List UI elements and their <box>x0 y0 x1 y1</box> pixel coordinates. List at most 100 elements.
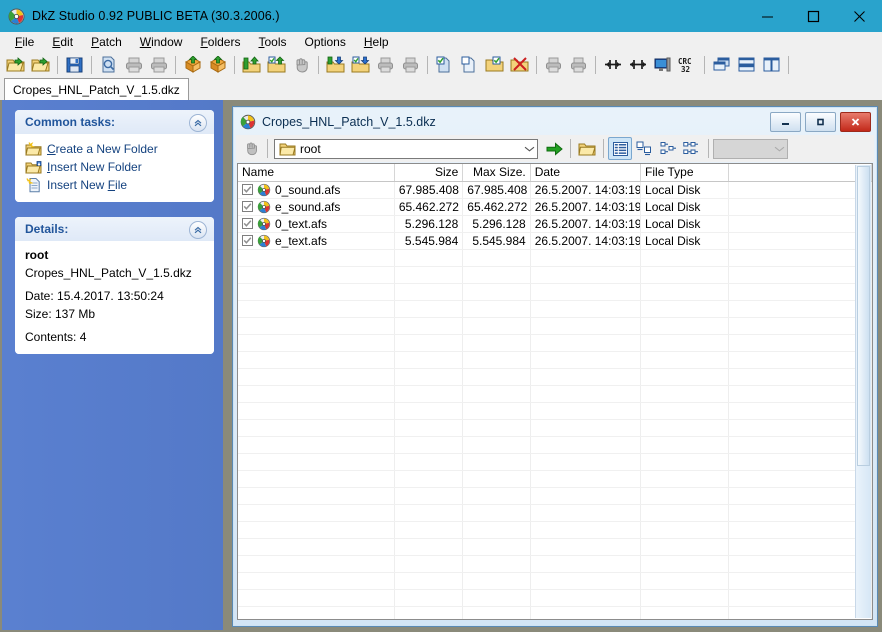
create-new-folder-link[interactable]: Create a New Folder <box>25 140 206 157</box>
open-folder-icon[interactable] <box>28 53 53 77</box>
table-row-empty[interactable] <box>238 249 872 267</box>
tile-horizontal-icon[interactable] <box>734 53 759 77</box>
export-folder-icon[interactable] <box>239 53 264 77</box>
view-small-icons-icon[interactable] <box>656 137 680 160</box>
view-list-icon[interactable] <box>632 137 656 160</box>
cell-empty <box>394 572 464 590</box>
table-row-empty[interactable] <box>238 436 872 454</box>
close-folder-red-icon[interactable] <box>507 53 532 77</box>
cell-empty <box>728 419 872 437</box>
table-row[interactable]: 0_text.afs 5.296.128 5.296.128 26.5.2007. 1… <box>238 215 872 233</box>
menu-window[interactable]: Window <box>131 33 192 51</box>
column-header-size[interactable]: Size <box>394 164 464 182</box>
table-row-empty[interactable] <box>238 385 872 403</box>
table-row-empty[interactable] <box>238 521 872 539</box>
toolbar-separator <box>234 55 235 74</box>
table-row-empty[interactable] <box>238 402 872 420</box>
view-large-icons-icon[interactable] <box>680 137 704 160</box>
extract-box-all-icon[interactable] <box>205 53 230 77</box>
cell-empty <box>728 300 872 318</box>
uncheck-all-files-icon[interactable] <box>457 53 482 77</box>
table-row[interactable]: e_text.afs 5.545.984 5.545.984 26.5.2007. 1… <box>238 232 872 250</box>
table-row-empty[interactable] <box>238 351 872 369</box>
row-checkbox[interactable] <box>242 184 253 195</box>
green-arrow-go-icon[interactable] <box>542 137 566 160</box>
menu-patch[interactable]: Patch <box>82 33 131 51</box>
collapse-horizontal-icon[interactable] <box>600 53 625 77</box>
cell-empty <box>462 300 531 318</box>
column-header-file-type[interactable]: File Type <box>640 164 729 182</box>
table-row-empty[interactable] <box>238 266 872 284</box>
table-row[interactable]: 0_sound.afs 67.985.408 67.985.408 26.5.2007… <box>238 181 872 199</box>
chevron-up-icon[interactable] <box>189 114 207 132</box>
address-bar[interactable]: root <box>274 138 538 159</box>
check-all-files-icon[interactable] <box>432 53 457 77</box>
chevron-down-icon[interactable] <box>521 140 537 158</box>
crc32-icon[interactable]: CRC 32 <box>675 53 700 77</box>
insert-new-folder-link[interactable]: Insert New Folder <box>25 158 206 175</box>
table-row-empty[interactable] <box>238 283 872 301</box>
cascade-windows-icon[interactable] <box>709 53 734 77</box>
restore-icon[interactable] <box>805 111 836 132</box>
chevron-up-icon[interactable] <box>189 221 207 239</box>
scrollbar-thumb[interactable] <box>857 166 870 466</box>
menu-folders[interactable]: Folders <box>191 33 249 51</box>
export-checked-folder-icon[interactable] <box>264 53 289 77</box>
row-checkbox[interactable] <box>242 201 253 212</box>
open-folder-icon[interactable] <box>575 137 599 160</box>
vertical-scrollbar[interactable] <box>855 165 871 618</box>
cell-size: 65.462.272 <box>394 198 464 216</box>
cell-empty <box>238 385 395 403</box>
maximize-icon[interactable] <box>790 0 836 32</box>
table-row-empty[interactable] <box>238 538 872 556</box>
save-icon[interactable] <box>62 53 87 77</box>
minimize-icon[interactable] <box>744 0 790 32</box>
table-row-empty[interactable] <box>238 606 872 619</box>
cell-empty <box>238 402 395 420</box>
table-row-empty[interactable] <box>238 317 872 335</box>
monitor-tools-icon[interactable] <box>650 53 675 77</box>
open-archive-icon[interactable] <box>3 53 28 77</box>
child-title-bar: Cropes_HNL_Patch_V_1.5.dkz <box>234 108 876 135</box>
menu-options[interactable]: Options <box>296 33 355 51</box>
table-row-empty[interactable] <box>238 453 872 471</box>
tile-vertical-icon[interactable] <box>759 53 784 77</box>
extract-box-icon[interactable] <box>180 53 205 77</box>
close-icon[interactable] <box>840 111 871 132</box>
menu-file[interactable]: File <box>6 33 43 51</box>
import-folder-icon[interactable] <box>323 53 348 77</box>
table-row-empty[interactable] <box>238 572 872 590</box>
cell-empty <box>728 436 872 454</box>
expand-horizontal-icon[interactable] <box>625 53 650 77</box>
table-row-empty[interactable] <box>238 555 872 573</box>
mdi-client-area: Common tasks: Create a New Folder Insert… <box>0 100 882 632</box>
table-row-empty[interactable] <box>238 368 872 386</box>
file-list[interactable]: Name Size Max Size. Date File Type 0_sound.a… <box>237 163 873 620</box>
preview-icon[interactable] <box>96 53 121 77</box>
import-checked-folder-icon[interactable] <box>348 53 373 77</box>
table-row-empty[interactable] <box>238 419 872 437</box>
table-row-empty[interactable] <box>238 470 872 488</box>
insert-new-file-link[interactable]: Insert New File <box>25 176 206 193</box>
column-header-name[interactable]: Name <box>238 164 395 182</box>
view-details-icon[interactable] <box>608 137 632 160</box>
column-header-max-size[interactable]: Max Size. <box>462 164 531 182</box>
table-row-empty[interactable] <box>238 589 872 607</box>
table-row-empty[interactable] <box>238 300 872 318</box>
table-row[interactable]: e_sound.afs 65.462.272 65.462.272 26.5.2007… <box>238 198 872 216</box>
column-header-blank[interactable] <box>728 164 872 182</box>
document-tab[interactable]: Cropes_HNL_Patch_V_1.5.dkz <box>4 78 189 100</box>
menu-edit[interactable]: Edit <box>43 33 82 51</box>
open-folder-green-icon[interactable] <box>482 53 507 77</box>
table-row-empty[interactable] <box>238 334 872 352</box>
column-header-date[interactable]: Date <box>530 164 642 182</box>
file-list-table: Name Size Max Size. Date File Type 0_sound.a… <box>238 164 872 619</box>
table-row-empty[interactable] <box>238 487 872 505</box>
menu-help[interactable]: Help <box>355 33 398 51</box>
close-icon[interactable] <box>836 0 882 32</box>
menu-tools[interactable]: Tools <box>249 33 295 51</box>
row-checkbox[interactable] <box>242 218 253 229</box>
table-row-empty[interactable] <box>238 504 872 522</box>
row-checkbox[interactable] <box>242 235 253 246</box>
minimize-icon[interactable] <box>770 111 801 132</box>
